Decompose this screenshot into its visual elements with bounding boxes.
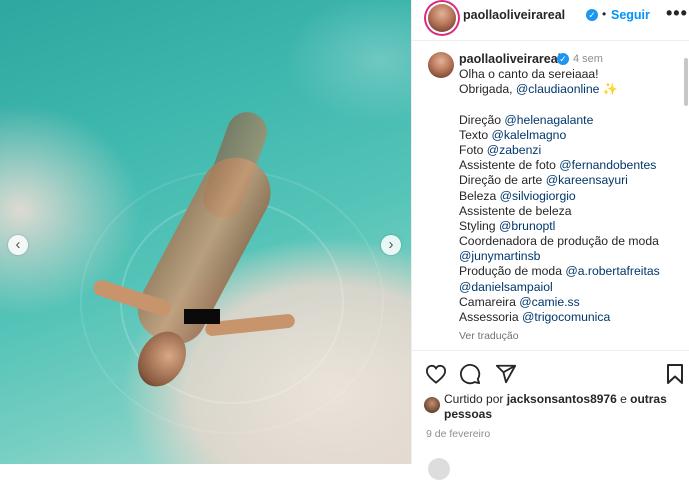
mention-link[interactable]: @camie.ss bbox=[519, 295, 579, 309]
caption-scrollbar[interactable] bbox=[684, 58, 688, 106]
caption-label: Camareira bbox=[459, 294, 520, 309]
actions-divider bbox=[412, 350, 689, 353]
more-options-icon[interactable]: ••• bbox=[666, 3, 688, 24]
caption-line: @junymartinsb bbox=[459, 249, 684, 264]
liked-by-user[interactable]: jacksonsantos8976 bbox=[507, 392, 617, 406]
caption-line: Produção de moda @a.robertafreitas bbox=[459, 264, 684, 279]
caption-label: Assessoria bbox=[459, 310, 522, 324]
caption-avatar[interactable] bbox=[428, 52, 454, 78]
comment-avatar bbox=[428, 458, 450, 480]
censor-bar bbox=[184, 309, 220, 324]
caption-line: Olha o canto da sereiaaa! bbox=[459, 67, 684, 82]
see-translation-link[interactable]: Ver tradução bbox=[459, 330, 519, 342]
bookmark-icon[interactable] bbox=[666, 363, 684, 385]
mention-link[interactable]: @silviogiorgio bbox=[500, 189, 576, 203]
liked-by-middle: e bbox=[616, 392, 631, 406]
mention-link[interactable]: @brunoptl bbox=[499, 219, 555, 233]
caption-line: Assessoria @trigocomunica bbox=[459, 310, 684, 325]
caption-line: Obrigada, @claudiaonline ✨ bbox=[459, 82, 684, 97]
mention-link[interactable]: @helenagalante bbox=[504, 113, 593, 127]
caption-label: Direção bbox=[459, 112, 505, 127]
caption-label: Styling bbox=[459, 218, 499, 233]
caption-text: Olha o canto da sereiaaa! Obrigada, @clau… bbox=[459, 67, 684, 325]
follow-button[interactable]: Seguir bbox=[611, 8, 650, 22]
caption-suffix: ✨ bbox=[599, 82, 619, 97]
caption-label: Beleza bbox=[459, 188, 500, 203]
mention-link[interactable]: @junymartinsb bbox=[459, 249, 540, 263]
caption-label: Assistente de foto bbox=[459, 158, 560, 173]
post-photo: ‹ › bbox=[0, 0, 411, 464]
caption-label: Produção de moda bbox=[459, 264, 566, 279]
heart-icon[interactable] bbox=[425, 364, 447, 384]
verified-icon: ✓ bbox=[557, 53, 569, 65]
caption-label: Direção de arte bbox=[459, 173, 546, 188]
header-username[interactable]: paollaoliveirareal bbox=[463, 8, 565, 22]
caption-line: @danielsampaiol bbox=[459, 280, 684, 295]
caption-line: Assistente de foto @fernandobentes bbox=[459, 158, 684, 173]
carousel-next-button[interactable]: › bbox=[381, 235, 401, 255]
post-date[interactable]: 9 de fevereiro bbox=[426, 428, 490, 440]
caption-line: Texto @kalelmagno bbox=[459, 128, 684, 143]
caption-line: Direção @helenagalante bbox=[459, 113, 684, 128]
caption-line: Styling @brunoptl bbox=[459, 219, 684, 234]
post-side-panel: paollaoliveirareal ✓ • Seguir ••• paolla… bbox=[411, 0, 689, 480]
profile-avatar[interactable] bbox=[428, 4, 456, 32]
liked-by-prefix: Curtido por bbox=[444, 392, 507, 406]
caption-line: Assistente de beleza bbox=[459, 204, 684, 219]
mention-link[interactable]: @kalelmagno bbox=[492, 128, 567, 142]
share-icon[interactable] bbox=[495, 363, 517, 385]
caption-label: Obrigada, bbox=[459, 82, 516, 97]
comment-icon[interactable] bbox=[459, 363, 481, 385]
caption-line bbox=[459, 97, 684, 112]
caption-text-span: Coordenadora de produção de moda bbox=[459, 234, 659, 249]
post-header: paollaoliveirareal ✓ • Seguir ••• bbox=[412, 0, 689, 41]
caption-text-span: Assistente de beleza bbox=[459, 203, 572, 218]
header-separator: • bbox=[602, 7, 607, 21]
mention-link[interactable]: @zabenzi bbox=[487, 143, 541, 157]
mention-link[interactable]: @claudiaonline bbox=[516, 82, 600, 96]
mention-link[interactable]: @trigocomunica bbox=[522, 310, 610, 324]
carousel-prev-button[interactable]: ‹ bbox=[8, 235, 28, 255]
caption-line: Direção de arte @kareensayuri bbox=[459, 173, 684, 188]
caption-line: Camareira @camie.ss bbox=[459, 295, 684, 310]
caption-label: Foto bbox=[459, 142, 487, 157]
liked-by-text: Curtido por jacksonsantos8976 e outras p… bbox=[444, 392, 674, 422]
verified-icon: ✓ bbox=[586, 9, 598, 21]
caption-label: Texto bbox=[459, 127, 492, 142]
caption-line: Beleza @silviogiorgio bbox=[459, 189, 684, 204]
caption-text-span: Olha o canto da sereiaaa! bbox=[459, 67, 599, 81]
mention-link[interactable]: @fernandobentes bbox=[559, 158, 656, 172]
mention-link[interactable]: @danielsampaiol bbox=[459, 280, 553, 294]
caption-line: Coordenadora de produção de moda bbox=[459, 234, 684, 249]
mention-link[interactable]: @kareensayuri bbox=[546, 173, 628, 187]
caption-username[interactable]: paollaoliveirareal bbox=[459, 52, 561, 66]
post-time-ago[interactable]: 4 sem bbox=[573, 53, 603, 65]
caption-line: Foto @zabenzi bbox=[459, 143, 684, 158]
mention-link[interactable]: @a.robertafreitas bbox=[565, 264, 659, 278]
liker-avatar[interactable] bbox=[424, 397, 440, 413]
